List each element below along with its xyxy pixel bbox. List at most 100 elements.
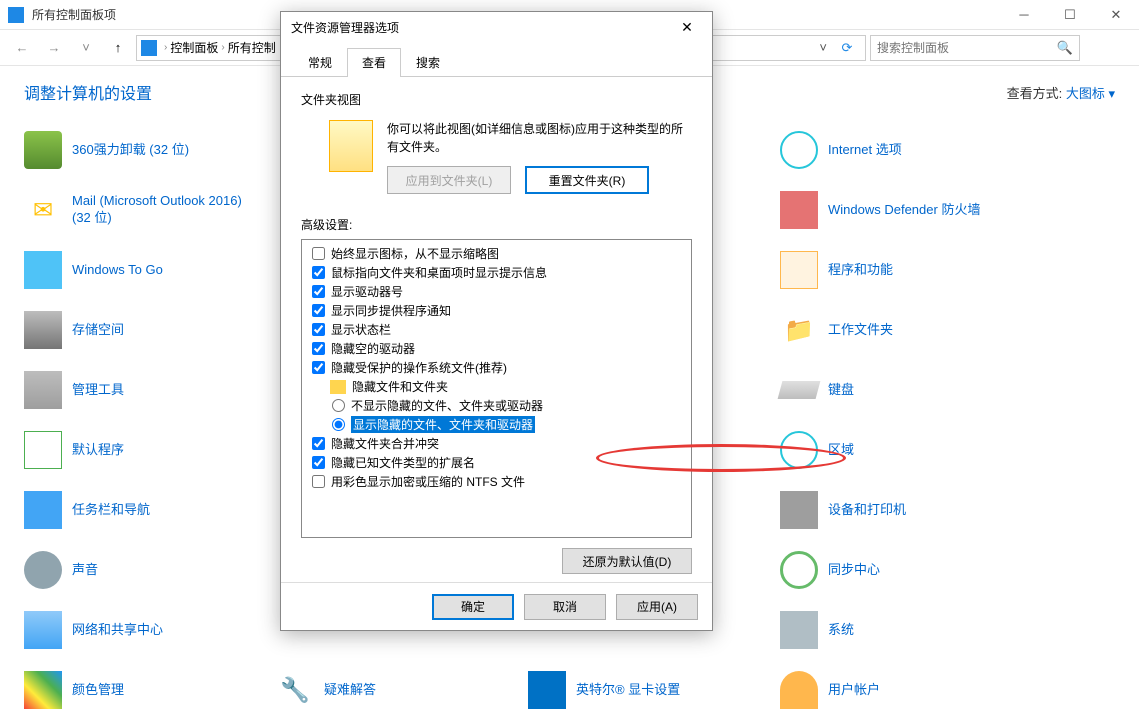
system-icon bbox=[780, 611, 818, 649]
view-mode: 查看方式: 大图标 ▾ bbox=[1007, 83, 1115, 102]
opt-label: 隐藏受保护的操作系统文件(推荐) bbox=[331, 359, 507, 376]
radio[interactable] bbox=[332, 399, 345, 412]
adv-opt-hover-tips[interactable]: 鼠标指向文件夹和桌面项时显示提示信息 bbox=[302, 263, 691, 282]
checkbox[interactable] bbox=[312, 323, 325, 336]
cp-item-sync-center[interactable]: 同步中心 bbox=[780, 550, 1032, 590]
maximize-button[interactable]: ☐ bbox=[1047, 0, 1093, 30]
adv-opt-color-ntfs[interactable]: 用彩色显示加密或压缩的 NTFS 文件 bbox=[302, 472, 691, 491]
tab-general[interactable]: 常规 bbox=[293, 48, 347, 76]
checkbox[interactable] bbox=[312, 304, 325, 317]
cp-label: 同步中心 bbox=[828, 562, 880, 579]
address-icon bbox=[141, 40, 157, 56]
window-controls: ─ ☐ ✕ bbox=[1001, 0, 1139, 30]
folder-icon bbox=[330, 380, 346, 394]
adv-opt-sync-notify[interactable]: 显示同步提供程序通知 bbox=[302, 301, 691, 320]
adv-opt-status-bar[interactable]: 显示状态栏 bbox=[302, 320, 691, 339]
cp-item-internet-options[interactable]: Internet 选项 bbox=[780, 130, 1032, 170]
dialog-close-button[interactable]: ✕ bbox=[672, 12, 702, 42]
folder-icon: 📁 bbox=[780, 311, 818, 349]
refresh-icon[interactable]: ⟳ bbox=[833, 40, 861, 56]
adv-group-hidden-files: 隐藏文件和文件夹 bbox=[302, 377, 691, 396]
cp-item-keyboard[interactable]: 键盘 bbox=[780, 370, 1032, 410]
search-icon[interactable]: 🔍 bbox=[1057, 40, 1073, 56]
cp-item-sound[interactable]: 声音 bbox=[24, 550, 276, 590]
ok-button[interactable]: 确定 bbox=[432, 594, 514, 620]
folder-options-dialog: 文件资源管理器选项 ✕ 常规 查看 搜索 文件夹视图 你可以将此视图(如详细信息… bbox=[280, 11, 713, 631]
recent-dropdown[interactable]: ˅ bbox=[72, 34, 100, 62]
restore-defaults-button[interactable]: 还原为默认值(D) bbox=[562, 548, 692, 574]
advanced-settings-list[interactable]: 始终显示图标，从不显示缩略图 鼠标指向文件夹和桌面项时显示提示信息 显示驱动器号… bbox=[301, 239, 692, 538]
tab-search[interactable]: 搜索 bbox=[401, 48, 455, 76]
cp-item-mail[interactable]: ✉Mail (Microsoft Outlook 2016) (32 位) bbox=[24, 190, 276, 230]
usb-icon bbox=[24, 251, 62, 289]
cp-item-work-folders[interactable]: 📁工作文件夹 bbox=[780, 310, 1032, 350]
search-input[interactable] bbox=[877, 41, 1057, 55]
opt-label: 隐藏文件夹合并冲突 bbox=[331, 435, 439, 452]
cp-item-taskbar[interactable]: 任务栏和导航 bbox=[24, 490, 276, 530]
checkbox[interactable] bbox=[312, 285, 325, 298]
address-dropdown-icon[interactable]: ˅ bbox=[813, 40, 833, 55]
minimize-button[interactable]: ─ bbox=[1001, 0, 1047, 30]
cp-item-defender[interactable]: Windows Defender 防火墙 bbox=[780, 190, 1032, 230]
back-button[interactable]: ← bbox=[8, 34, 36, 62]
cp-label: Internet 选项 bbox=[828, 142, 902, 159]
cancel-button[interactable]: 取消 bbox=[524, 594, 606, 620]
keyboard-icon bbox=[778, 381, 821, 399]
control-panel-icon bbox=[8, 7, 24, 23]
breadcrumb-current[interactable]: 所有控制 bbox=[228, 39, 276, 56]
tab-view[interactable]: 查看 bbox=[347, 48, 401, 77]
opt-label: 显示隐藏的文件、文件夹和驱动器 bbox=[351, 416, 535, 433]
view-mode-value[interactable]: 大图标 ▾ bbox=[1066, 86, 1115, 101]
cp-item-programs[interactable]: 程序和功能 bbox=[780, 250, 1032, 290]
adv-opt-show-hidden[interactable]: 显示隐藏的文件、文件夹和驱动器 bbox=[302, 415, 691, 434]
cp-item-devices-printers[interactable]: 设备和打印机 bbox=[780, 490, 1032, 530]
adv-opt-hide-protected-os[interactable]: 隐藏受保护的操作系统文件(推荐) bbox=[302, 358, 691, 377]
forward-button[interactable]: → bbox=[40, 34, 68, 62]
folder-view-label: 文件夹视图 bbox=[301, 91, 692, 108]
sync-icon bbox=[780, 551, 818, 589]
programs-icon bbox=[780, 251, 818, 289]
adv-opt-dont-show-hidden[interactable]: 不显示隐藏的文件、文件夹或驱动器 bbox=[302, 396, 691, 415]
folder-icon bbox=[329, 120, 373, 172]
adv-opt-drive-letters[interactable]: 显示驱动器号 bbox=[302, 282, 691, 301]
reset-folders-button[interactable]: 重置文件夹(R) bbox=[525, 166, 649, 194]
checkbox[interactable] bbox=[312, 437, 325, 450]
user-icon bbox=[780, 671, 818, 709]
adv-opt-always-icons[interactable]: 始终显示图标，从不显示缩略图 bbox=[302, 244, 691, 263]
breadcrumb-root[interactable]: 控制面板 bbox=[170, 39, 218, 56]
cp-item-user-accounts[interactable]: 用户帐户 bbox=[780, 670, 1032, 710]
cp-item-storage[interactable]: 存储空间 bbox=[24, 310, 276, 350]
view-mode-label: 查看方式: bbox=[1007, 86, 1063, 101]
cp-item-windows-to-go[interactable]: Windows To Go bbox=[24, 250, 276, 290]
checkbox[interactable] bbox=[312, 247, 325, 260]
cp-item-admin-tools[interactable]: 管理工具 bbox=[24, 370, 276, 410]
cp-item-360-uninstall[interactable]: 360强力卸载 (32 位) bbox=[24, 130, 276, 170]
up-button[interactable]: ↑ bbox=[104, 34, 132, 62]
checkbox[interactable] bbox=[312, 266, 325, 279]
adv-opt-hide-merge-conflict[interactable]: 隐藏文件夹合并冲突 bbox=[302, 434, 691, 453]
cp-label: 网络和共享中心 bbox=[72, 622, 163, 639]
checkbox[interactable] bbox=[312, 456, 325, 469]
close-button[interactable]: ✕ bbox=[1093, 0, 1139, 30]
cp-item-intel-graphics[interactable]: 英特尔® 显卡设置 bbox=[528, 670, 780, 710]
cp-label: 区域 bbox=[828, 442, 854, 459]
cp-label: Windows Defender 防火墙 bbox=[828, 202, 980, 219]
cp-item-region[interactable]: 区域 bbox=[780, 430, 1032, 470]
opt-label: 显示驱动器号 bbox=[331, 283, 403, 300]
checkbox[interactable] bbox=[312, 361, 325, 374]
cp-item-system[interactable]: 系统 bbox=[780, 610, 1032, 650]
apply-button[interactable]: 应用(A) bbox=[616, 594, 698, 620]
cp-item-color-mgmt[interactable]: 颜色管理 bbox=[24, 670, 276, 710]
adv-opt-hide-extensions[interactable]: 隐藏已知文件类型的扩展名 bbox=[302, 453, 691, 472]
adv-opt-hide-empty-drives[interactable]: 隐藏空的驱动器 bbox=[302, 339, 691, 358]
cp-item-network[interactable]: 网络和共享中心 bbox=[24, 610, 276, 650]
cp-item-default-programs[interactable]: 默认程序 bbox=[24, 430, 276, 470]
checkbox[interactable] bbox=[312, 342, 325, 355]
checkbox[interactable] bbox=[312, 475, 325, 488]
color-icon bbox=[24, 671, 62, 709]
folder-view-desc: 你可以将此视图(如详细信息或图标)应用于这种类型的所有文件夹。 bbox=[387, 120, 692, 156]
cp-item-troubleshoot[interactable]: 🔧疑难解答 bbox=[276, 670, 528, 710]
dialog-titlebar[interactable]: 文件资源管理器选项 ✕ bbox=[281, 12, 712, 42]
search-box[interactable]: 🔍 bbox=[870, 35, 1080, 61]
radio[interactable] bbox=[332, 418, 345, 431]
